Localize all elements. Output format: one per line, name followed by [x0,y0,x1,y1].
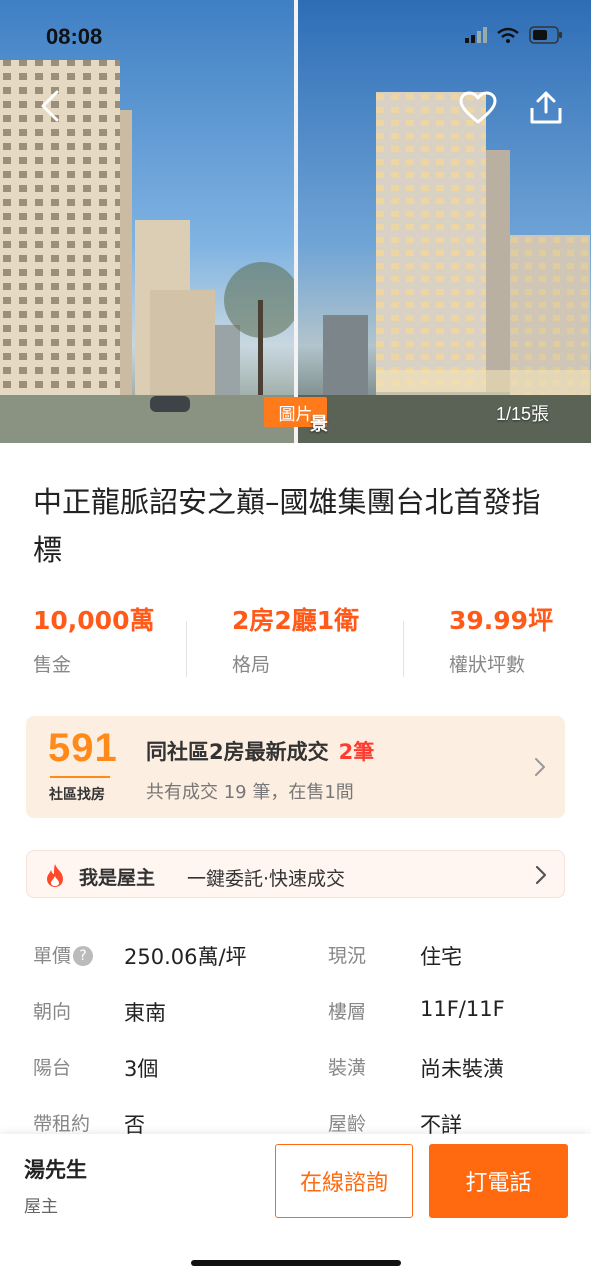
fact-divider [186,621,187,677]
detail-value: 否 [124,1113,145,1135]
detail-key: 屋齡 [328,1113,367,1135]
fact-area: 39.99坪 權狀坪數 [449,605,591,677]
contact-bar: 湯先生 屋主 在線諮詢 打電話 [0,1134,591,1280]
detail-key: 朝向 [33,1001,72,1023]
detail-key: 樓層 [328,1001,367,1023]
detail-value: 不詳 [420,1113,462,1135]
back-button[interactable] [28,84,72,128]
listing-title: 中正龍脈詔安之巔–國雄集團台北首發指標 [33,485,541,567]
photo-counter: 1/15張 [496,404,550,424]
share-icon [530,91,562,124]
area-label: 權狀坪數 [449,654,526,676]
cellular-signal-icon [465,27,487,43]
chevron-right-icon [535,758,545,776]
contact-name: 湯先生 [24,1158,87,1182]
key-facts: 10,000萬 售金 2房2廳1衛 格局 39.99坪 權狀坪數 [0,605,591,685]
chevron-right-icon [535,865,547,885]
fact-divider [403,621,404,677]
flame-icon [47,864,63,887]
favorite-button[interactable] [456,86,500,130]
detail-key: 現況 [328,945,367,967]
detail-key-text: 單價 [33,945,72,967]
community-logo-sub: 社區找房 [49,787,105,803]
online-consult-button[interactable]: 在線諮詢 [275,1144,413,1218]
owner-subtitle: 一鍵委託·快速成交 [187,868,346,890]
logo-underline [50,776,110,778]
home-indicator [191,1260,401,1266]
detail-row: 單價? 250.06萬/坪 現況 住宅 [0,935,591,975]
detail-value: 住宅 [420,945,462,969]
community-logo-number: 591 [48,726,118,770]
detail-row: 帶租約 否 屋齡 不詳 [0,1103,591,1135]
detail-row: 陽台 3個 裝潢 尚未裝潢 [0,1047,591,1087]
owner-title: 我是屋主 [79,867,156,889]
detail-value: 尚未裝潢 [420,1057,504,1081]
chevron-left-icon [41,90,59,122]
detail-key: 帶租約 [33,1113,91,1135]
community-transactions-banner[interactable]: 591 社區找房 同社區2房最新成交 2筆 共有成交 19 筆，在售1間 [26,716,565,818]
detail-value: 250.06萬/坪 [124,945,247,969]
contact-role: 屋主 [24,1197,58,1217]
property-details: 單價? 250.06萬/坪 現況 住宅 朝向 東南 樓層 11F/11F 陽台 … [0,935,591,1135]
detail-value: 11F/11F [420,997,505,1021]
wifi-icon [497,27,519,43]
detail-key: 裝潢 [328,1057,367,1079]
owner-entrust-banner[interactable]: 我是屋主 一鍵委託·快速成交 [26,850,565,898]
status-icons [465,26,563,44]
photo-gallery[interactable]: 08:08 圖片 景 1/15張 [0,0,591,443]
community-title: 同社區2房最新成交 2筆 [146,736,374,766]
share-button[interactable] [524,86,568,130]
detail-key: 陽台 [33,1057,72,1079]
community-title-text: 同社區2房最新成交 [146,740,329,764]
call-button[interactable]: 打電話 [429,1144,568,1218]
layout-value: 2房2廳1衛 [232,606,360,635]
status-time: 08:08 [46,24,103,49]
heart-icon [459,91,497,124]
detail-value: 東南 [124,1001,166,1025]
detail-key: 單價? [33,941,94,968]
fact-layout: 2房2廳1衛 格局 [232,605,412,677]
detail-row: 朝向 東南 樓層 11F/11F [0,991,591,1031]
status-bar: 08:08 [0,0,591,76]
community-subtitle: 共有成交 19 筆，在售1間 [146,782,354,803]
battery-icon [529,26,562,44]
community-title-count: 2筆 [338,740,375,764]
help-icon[interactable]: ? [73,946,94,966]
area-value: 39.99坪 [449,606,554,635]
detail-value: 3個 [124,1057,159,1081]
layout-label: 格局 [232,654,271,676]
photo-caption: 景 [310,414,328,435]
